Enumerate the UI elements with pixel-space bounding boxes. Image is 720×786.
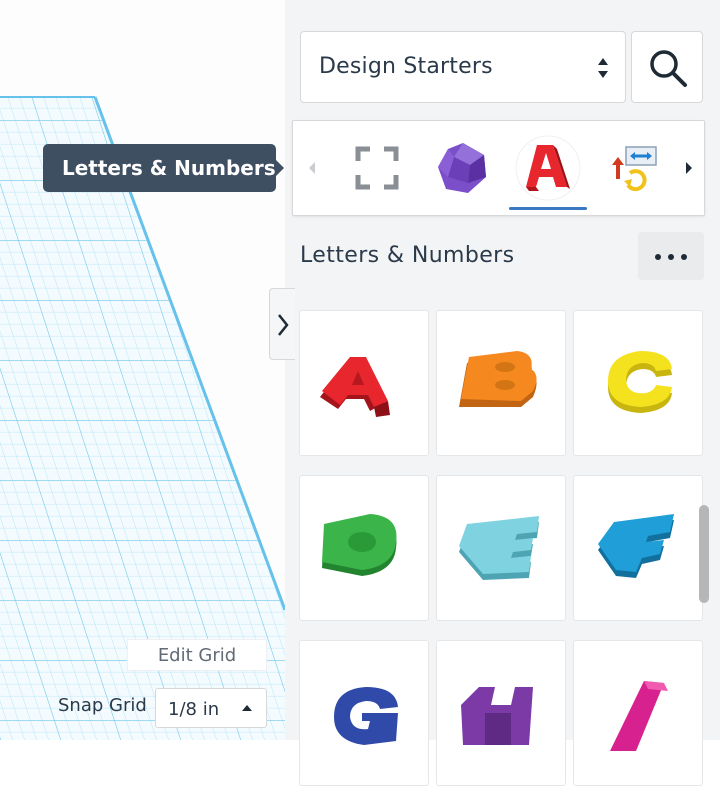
- letter-a-shape-icon: [320, 357, 390, 417]
- shape-tile-letter-e[interactable]: [436, 475, 566, 621]
- shape-tile-letter-f[interactable]: [573, 475, 703, 621]
- snap-grid-value: 1/8 in: [168, 699, 220, 720]
- shape-tile-letter-h[interactable]: [436, 640, 566, 786]
- caret-up-icon: [242, 705, 252, 711]
- workplane[interactable]: [0, 0, 285, 740]
- edit-grid-button[interactable]: Edit Grid: [127, 639, 267, 671]
- shape-tile-letter-a[interactable]: [299, 310, 429, 456]
- shape-tile-letter-g[interactable]: [299, 640, 429, 786]
- shape-library-dropdown-value: Design Starters: [319, 54, 493, 79]
- section-title: Letters & Numbers: [300, 243, 515, 268]
- category-connectors[interactable]: [600, 135, 666, 201]
- shape-tile-letter-b[interactable]: [436, 310, 566, 456]
- letter-f-shape-icon: [598, 514, 674, 578]
- letter-a-icon: [515, 135, 581, 201]
- carousel-left-arrow-icon[interactable]: [307, 161, 317, 175]
- snap-grid-label: Snap Grid: [58, 695, 147, 716]
- category-letters-numbers[interactable]: [515, 135, 581, 201]
- letter-e-shape-icon: [459, 516, 539, 580]
- search-icon: [650, 50, 687, 87]
- polyhedron-icon: [438, 143, 486, 193]
- shape-tile-letter-d[interactable]: [299, 475, 429, 621]
- carousel-right-arrow-icon[interactable]: [684, 161, 694, 175]
- more-options-button[interactable]: [638, 232, 704, 280]
- search-button[interactable]: [631, 31, 703, 103]
- shapes-scrollbar[interactable]: [699, 505, 709, 603]
- letter-c-shape-icon: [608, 351, 672, 413]
- connector-icon: [612, 146, 657, 192]
- selected-category-indicator: [509, 207, 587, 210]
- shape-tile-letter-c[interactable]: [573, 310, 703, 456]
- workplane-grid: [0, 96, 285, 740]
- shapes-panel: Design Starters Letters & Numbers: [285, 0, 720, 786]
- letter-b-shape-icon: [459, 351, 537, 407]
- shape-library-dropdown[interactable]: Design Starters: [300, 31, 626, 103]
- snap-grid-dropdown[interactable]: 1/8 in: [155, 688, 267, 728]
- updown-arrows-icon: [598, 58, 608, 78]
- category-tooltip: Letters & Numbers: [43, 144, 284, 192]
- category-carousel: [292, 120, 705, 216]
- letter-g-shape-icon: [334, 687, 398, 745]
- letter-h-shape-icon: [461, 687, 533, 745]
- shape-tile-letter-i[interactable]: [573, 640, 703, 786]
- letter-d-shape-icon: [322, 514, 397, 576]
- category-recent[interactable]: [344, 135, 410, 201]
- chevron-right-icon: [278, 314, 289, 336]
- letter-i-shape-icon: [610, 681, 668, 751]
- panel-collapse-tab[interactable]: [269, 288, 295, 360]
- frame-icon: [355, 146, 399, 190]
- category-polyhedron[interactable]: [430, 135, 496, 201]
